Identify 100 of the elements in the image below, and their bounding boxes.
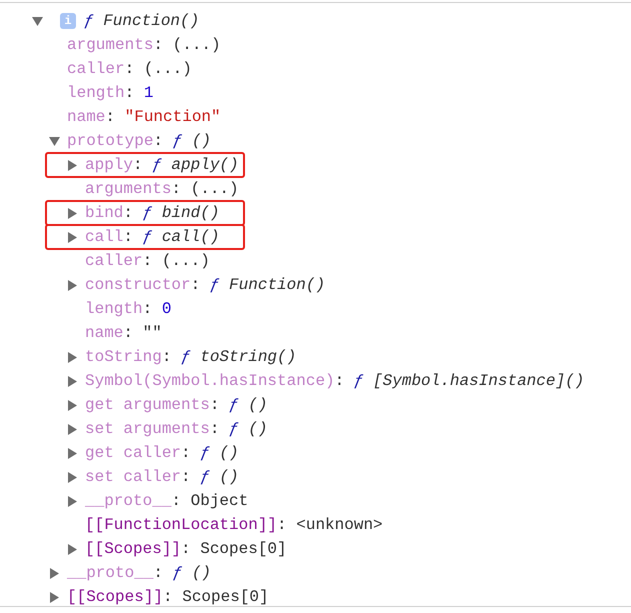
function-prefix: ƒ [152,155,162,176]
function-prefix: ƒ [172,131,182,152]
property-key: [[Scopes]] [67,585,164,609]
colon: : [123,323,134,344]
property-value: Scopes[0] [182,587,269,608]
expand-triangle-icon[interactable] [49,568,60,578]
expand-triangle-icon[interactable] [67,208,78,218]
property-value: <unknown> [296,515,383,536]
property-key: Symbol(Symbol.hasInstance) [85,369,335,393]
colon: : [277,515,287,536]
property-key: name [85,321,124,345]
expand-triangle-icon[interactable] [49,592,60,602]
expand-triangle-icon[interactable] [67,424,78,434]
property-value: (...) [162,251,210,272]
function-prefix: ƒ [142,227,152,248]
expand-triangle-icon[interactable] [67,400,78,410]
colon: : [334,371,344,392]
property-key: [[Scopes]] [85,537,182,561]
property-key: length [85,297,143,321]
property-value: (...) [190,179,239,200]
function-prefix: ƒ [200,467,210,488]
colon: : [124,83,134,104]
property-value: Function() [229,275,326,296]
property-value: Scopes[0] [200,539,287,560]
property-value: () [219,467,239,488]
colon: : [133,155,143,176]
property-value: bind() [162,203,220,224]
property-value: () [192,563,212,584]
colon: : [181,467,191,488]
colon: : [153,131,164,152]
colon: : [190,275,200,296]
colon: : [210,419,220,440]
property-key: constructor [85,273,191,297]
property-key: bind [85,201,124,225]
colon: : [162,347,172,368]
colon: : [105,107,116,128]
colon: : [142,251,152,272]
property-value: apply() [171,155,239,176]
property-key: __proto__ [67,561,154,585]
property-value: 0 [162,299,172,320]
colon: : [210,395,220,416]
colon: : [181,443,191,464]
collapse-triangle-icon[interactable] [32,16,43,26]
property-value: Object [190,491,248,512]
property-key: apply [85,153,134,177]
expand-triangle-icon[interactable] [67,472,78,482]
property-value: 1 [144,83,154,104]
property-value: [Symbol.hasInstance]() [373,371,584,392]
property-key: toString [85,345,162,369]
colon: : [153,35,164,56]
property-key: name [67,105,106,129]
property-key: arguments [67,33,154,57]
expand-triangle-icon[interactable] [67,376,78,386]
expand-triangle-icon[interactable] [67,496,78,506]
expand-triangle-icon[interactable] [67,160,78,170]
expand-triangle-icon[interactable] [67,448,78,458]
expand-triangle-icon[interactable] [67,232,78,242]
property-key: __proto__ [85,489,172,513]
colon: : [171,491,182,512]
expand-triangle-icon[interactable] [67,352,78,362]
property-value: call() [162,227,220,248]
property-value: "" [142,323,162,344]
property-key: arguments [85,177,172,201]
property-key: get caller [85,441,182,465]
function-prefix: ƒ [84,11,94,32]
property-key: [[FunctionLocation]] [85,513,278,537]
property-value: "Function" [124,107,221,128]
colon: : [181,539,191,560]
property-value: () [192,131,212,152]
property-key: set caller [85,465,182,489]
function-prefix: ƒ [354,371,364,392]
property-value: (...) [144,59,192,80]
function-prefix: ƒ [172,563,182,584]
function-prefix: ƒ [210,275,220,296]
colon: : [142,299,152,320]
property-value: () [219,443,239,464]
info-badge: i [60,13,76,29]
collapse-triangle-icon[interactable] [49,136,60,146]
property-key: length [67,81,125,105]
property-key: get arguments [85,393,210,417]
property-key: call [85,225,124,249]
colon: : [124,59,134,80]
property-value: () [248,395,268,416]
colon: : [123,203,134,224]
function-prefix: ƒ [181,347,191,368]
colon: : [123,227,134,248]
function-prefix: ƒ [142,203,152,224]
expand-triangle-icon[interactable] [67,544,78,554]
property-value: (...) [172,35,221,56]
property-key: set arguments [85,417,210,441]
function-prefix: ƒ [229,419,239,440]
property-key: prototype [67,129,154,153]
function-prefix: ƒ [229,395,239,416]
property-value: () [248,419,268,440]
property-key: caller [85,249,143,273]
function-prefix: ƒ [200,443,210,464]
function-label: Function() [103,11,200,32]
expand-triangle-icon[interactable] [67,280,78,290]
colon: : [163,587,173,608]
colon: : [171,179,182,200]
